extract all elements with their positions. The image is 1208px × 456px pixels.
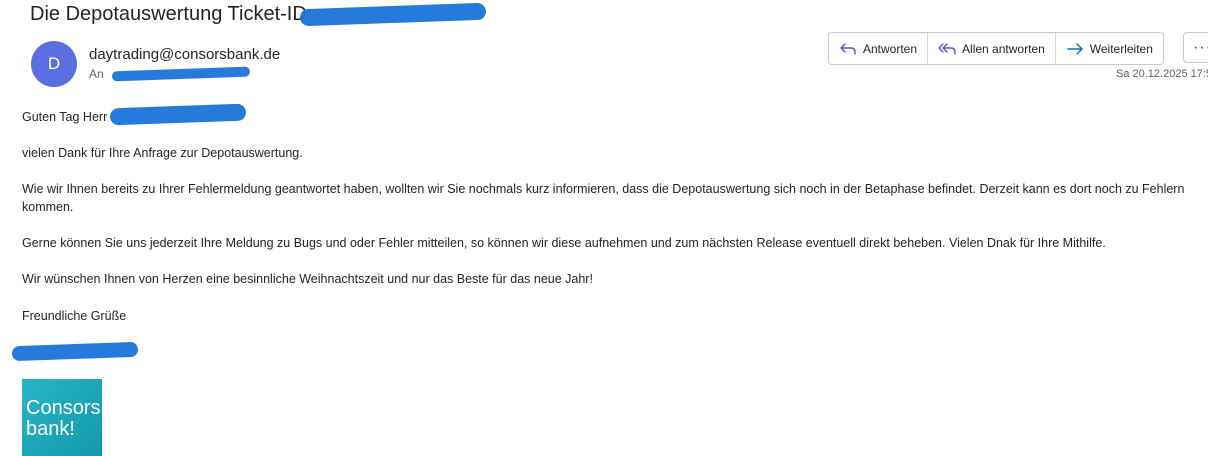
reply-label: Antworten xyxy=(863,41,918,56)
reply-icon xyxy=(840,42,856,55)
redaction-signature xyxy=(11,341,139,362)
consorsbank-logo: Consors bank! xyxy=(22,379,102,456)
body-paragraph-3: Gerne können Sie uns jederzeit Ihre Meld… xyxy=(22,236,1106,250)
email-subject: Die Depotauswertung Ticket-ID: xyxy=(30,3,313,25)
logo-text-line1: Consors xyxy=(26,397,101,419)
closing-line: Freundliche Grüße xyxy=(22,309,127,323)
reply-all-icon xyxy=(938,42,956,55)
more-icon: ··· xyxy=(1193,38,1208,56)
more-actions-button[interactable]: ··· xyxy=(1183,32,1208,63)
sender-avatar: D xyxy=(31,41,77,87)
reply-button[interactable]: Antworten xyxy=(829,33,929,64)
forward-icon xyxy=(1067,42,1083,55)
reply-all-label: Allen antworten xyxy=(962,41,1045,56)
forward-label: Weiterleiten xyxy=(1089,41,1153,56)
sender-address[interactable]: daytrading@consorsbank.de xyxy=(89,46,280,63)
recipient-label: An xyxy=(89,67,104,81)
body-paragraph-2: Wie wir Ihnen bereits zu Ihrer Fehlermel… xyxy=(22,182,1185,214)
message-action-toolbar: Antworten Allen antworten Weiterleiten xyxy=(828,32,1164,65)
body-paragraph-4: Wir wünschen Ihnen von Herzen eine besin… xyxy=(22,272,593,286)
reply-all-button[interactable]: Allen antworten xyxy=(928,33,1056,64)
body-paragraph-1: vielen Dank für Ihre Anfrage zur Depotau… xyxy=(22,146,303,160)
redaction-subject-id xyxy=(299,2,487,27)
redaction-recipient xyxy=(111,66,251,82)
forward-button[interactable]: Weiterleiten xyxy=(1056,33,1163,64)
sent-date: Sa 20.12.2025 17:5 xyxy=(1116,68,1208,80)
logo-text-line2: bank! xyxy=(26,418,75,440)
